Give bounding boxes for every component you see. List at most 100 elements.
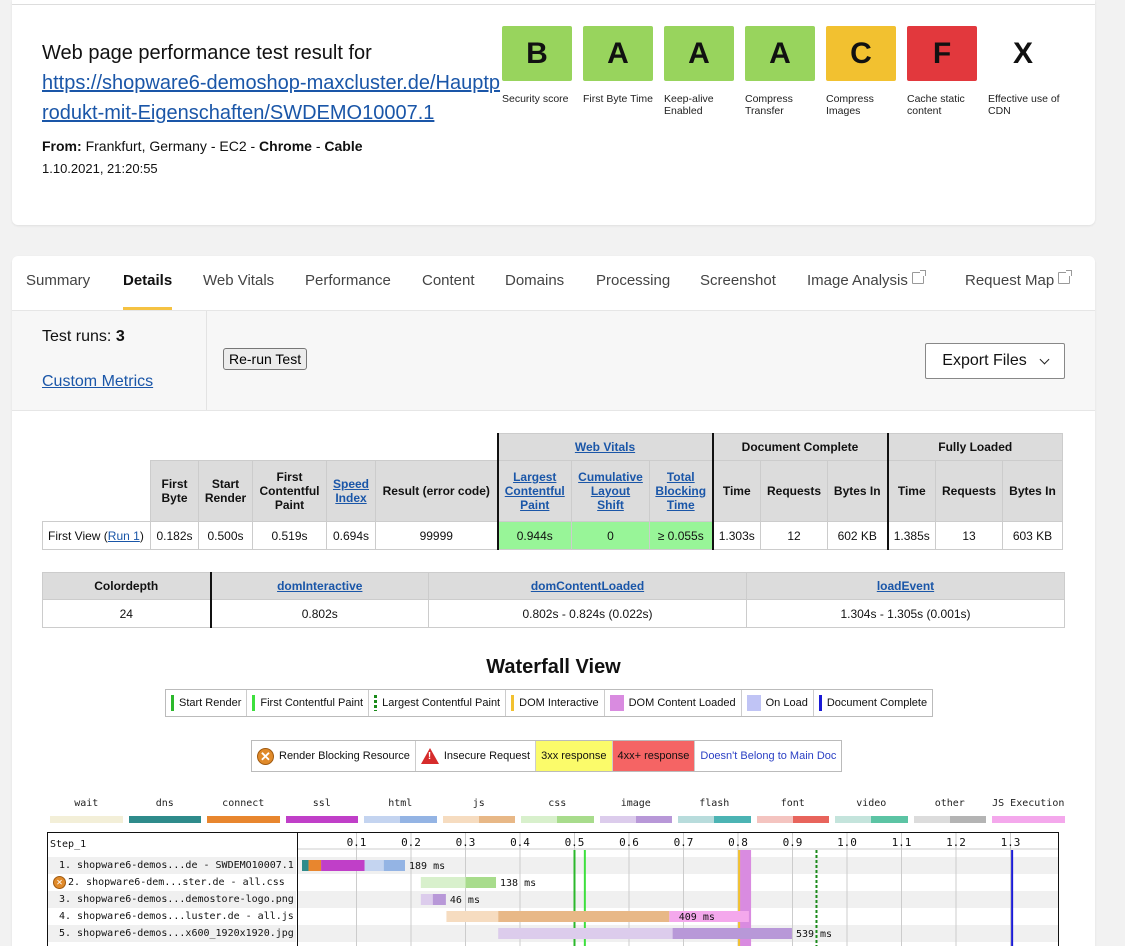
tab-label: Summary: [26, 272, 91, 289]
swatch-light: [835, 816, 872, 823]
run-1-link[interactable]: Run 1: [108, 529, 140, 543]
tab-performance[interactable]: Performance: [305, 272, 391, 310]
request-row[interactable]: 3. shopware6-demos...demostore-logo.png: [48, 891, 296, 908]
external-link-icon: [911, 270, 926, 284]
speed-index-link[interactable]: Speed Index: [333, 477, 369, 505]
location-text: Frankfurt, Germany - EC2 -: [85, 138, 260, 154]
tab-image-analysis[interactable]: Image Analysis: [807, 270, 926, 310]
tab-domains[interactable]: Domains: [505, 272, 564, 310]
dom-content-loaded-link[interactable]: domContentLoaded: [531, 579, 644, 593]
row-label-header: [42, 460, 151, 522]
swatch-light: [128, 816, 165, 823]
export-files-dropdown[interactable]: Export Files: [925, 343, 1065, 379]
tick-label: 0.7: [674, 836, 694, 849]
content-type-swatch: [128, 816, 201, 823]
legend-item: DOM Interactive: [506, 690, 605, 716]
legend-not-main-doc-label: Doesn't Belong to Main Doc: [700, 750, 837, 762]
grade-item[interactable]: A Keep-alive Enabled: [664, 26, 745, 117]
start-render-value: 0.500s: [198, 521, 253, 550]
request-duration: 138 ms: [500, 878, 536, 889]
fl-bytes-value: 603 KB: [1002, 521, 1063, 550]
tbt-link[interactable]: Total Blocking Time: [655, 470, 706, 512]
row-background: [298, 891, 1058, 908]
content-type-label: dns: [155, 798, 174, 809]
request-label: 2. shopware6-dem...ster.de - all.css: [68, 877, 285, 888]
content-type-legend: wait dns connect ssl html js css image flash font…: [47, 798, 1068, 823]
grade-item[interactable]: A Compress Transfer: [745, 26, 826, 117]
request-bar-segment: [672, 928, 792, 939]
content-type-label: flash: [699, 798, 730, 809]
swatch-light: [599, 816, 636, 823]
tick-label: 1.2: [946, 836, 966, 849]
swatch-light: [992, 816, 1029, 823]
dom-interactive-link[interactable]: domInteractive: [277, 579, 362, 593]
grade-item[interactable]: F Cache static content: [907, 26, 988, 117]
request-bar-segment: [432, 894, 446, 905]
request-row[interactable]: ✕ 2. shopware6-dem...ster.de - all.css: [48, 874, 296, 891]
lcp-value: 0.944s: [496, 521, 572, 550]
fcp-header: First Contentful Paint: [252, 460, 327, 522]
content-type-item: wait: [47, 798, 126, 823]
dc-time-value: 1.303s: [711, 521, 761, 550]
test-run-bar: Test runs: 3 Custom Metrics Re-run Test …: [12, 311, 1095, 411]
tick-label: 0.8: [728, 836, 748, 849]
content-type-item: other: [911, 798, 990, 823]
tab-details[interactable]: Details: [123, 272, 173, 310]
tab-content[interactable]: Content: [422, 272, 475, 310]
request-row[interactable]: 5. shopware6-demos...x600_1920x1920.jpg: [48, 925, 296, 942]
tab-request-map[interactable]: Request Map: [965, 270, 1073, 310]
content-type-swatch: [521, 816, 594, 823]
grade-label: Keep-alive Enabled: [664, 93, 714, 117]
warning-icon: [420, 748, 439, 764]
grade-letter: A: [583, 26, 653, 81]
legend-insecure-label: Insecure Request: [443, 750, 531, 762]
waterfall-marker-legend: Start Render First Contentful Paint Larges…: [165, 689, 934, 717]
tested-url-link[interactable]: https://shopware6-demoshop-maxcluster.de…: [42, 68, 502, 128]
fl-time-value: 1.385s: [886, 521, 936, 550]
lcp-link[interactable]: Largest Contentful Paint: [505, 470, 565, 512]
legend-4xx-label: 4xx+ response: [617, 750, 690, 762]
tab-web-vitals[interactable]: Web Vitals: [203, 272, 274, 310]
swatch-light: [521, 816, 558, 823]
grade-item[interactable]: C Compress Images: [826, 26, 907, 117]
start-render-header: Start Render: [198, 460, 253, 522]
legend-item: DOM Content Loaded: [605, 690, 742, 716]
swatch-dark: [164, 816, 201, 823]
legend-not-main-doc: Doesn't Belong to Main Doc: [695, 741, 841, 771]
request-list: Step_1 1. shopware6-demos...de - SWDEMO1…: [48, 833, 298, 946]
result-title-prefix: Web page performance test result for: [42, 42, 372, 64]
grade-item[interactable]: B Security score: [502, 26, 583, 117]
legend-render-blocking-label: Render Blocking Resource: [279, 750, 410, 762]
content-type-item: dns: [126, 798, 205, 823]
tab-processing[interactable]: Processing: [596, 272, 670, 310]
tab-label: Image Analysis: [807, 272, 908, 289]
rerun-test-button[interactable]: Re-run Test: [223, 348, 308, 370]
cls-link[interactable]: Cumulative Layout Shift: [578, 470, 643, 512]
legend-swatch: [746, 695, 761, 711]
dom-content-loaded-header: domContentLoaded: [428, 572, 747, 600]
request-bar-segment: [465, 877, 497, 888]
load-event-link[interactable]: loadEvent: [877, 579, 934, 593]
swatch-dark: [243, 816, 280, 823]
test-runs: Test runs: 3: [42, 328, 125, 346]
cls-header: Cumulative Layout Shift: [571, 460, 650, 522]
dc-requests-value: 12: [760, 521, 828, 550]
request-row[interactable]: 1. shopware6-demos...de - SWDEMO10007.1: [48, 857, 296, 874]
swatch-dark: [949, 816, 986, 823]
grade-item[interactable]: A First Byte Time: [583, 26, 664, 117]
swatch-light: [442, 816, 479, 823]
swatch-dark: [478, 816, 515, 823]
legend-label: DOM Interactive: [519, 697, 599, 709]
colordepth-value: 24: [42, 599, 211, 628]
speed-index-header: Speed Index: [326, 460, 376, 522]
legend-insecure: Insecure Request: [416, 741, 537, 771]
tab-screenshot[interactable]: Screenshot: [700, 272, 776, 310]
chevron-down-icon: [1039, 354, 1050, 364]
tab-summary[interactable]: Summary: [26, 272, 90, 310]
grade-label: First Byte Time: [583, 93, 654, 105]
grade-item[interactable]: X Effective use of CDN: [988, 26, 1069, 118]
content-type-swatch: [442, 816, 515, 823]
request-row[interactable]: 4. shopware6-demos...luster.de - all.js: [48, 908, 296, 925]
web-vitals-link[interactable]: Web Vitals: [575, 440, 635, 454]
custom-metrics-link[interactable]: Custom Metrics: [42, 373, 153, 391]
